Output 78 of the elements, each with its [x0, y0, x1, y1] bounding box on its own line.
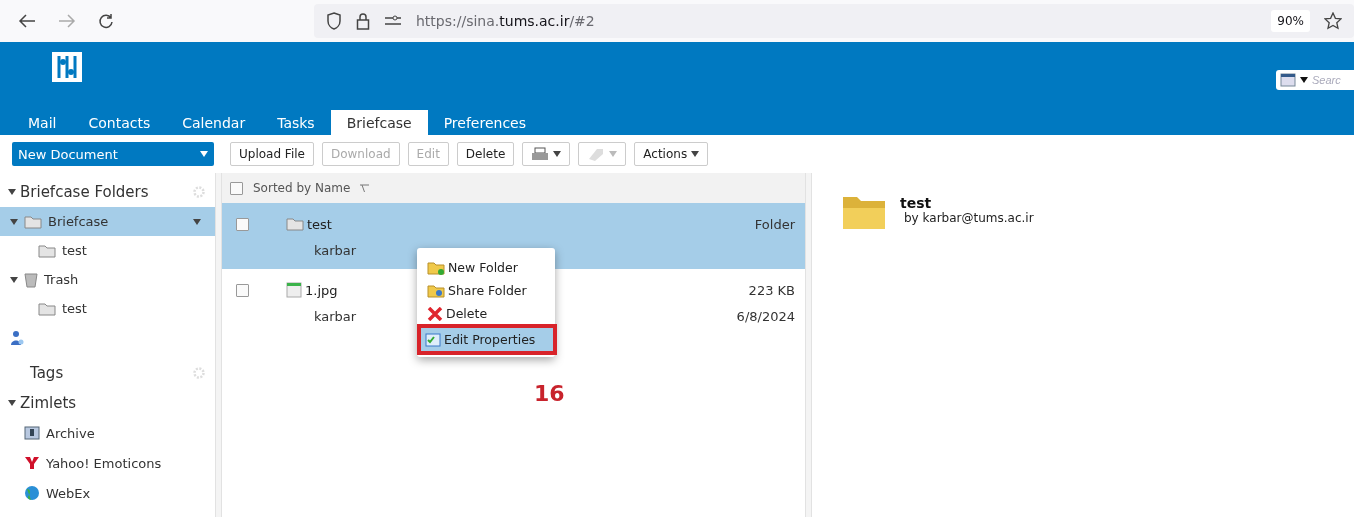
folder-icon	[24, 214, 42, 229]
lock-icon	[356, 12, 370, 30]
app-tab[interactable]: Briefcase	[330, 110, 428, 135]
app-tab[interactable]: Mail	[12, 110, 73, 135]
menu-item[interactable]: Share Folder	[423, 279, 551, 302]
sort-icon[interactable]	[360, 184, 370, 192]
collapse-caret-icon[interactable]	[8, 400, 16, 406]
file-name: 1.jpg	[286, 282, 338, 298]
file-name: test	[286, 216, 332, 232]
star-icon	[1324, 12, 1342, 30]
forward-arrow-icon	[58, 13, 76, 29]
expand-caret-icon[interactable]	[10, 218, 18, 225]
reload-icon	[98, 13, 114, 29]
back-arrow-icon	[18, 13, 36, 29]
zimlet-item[interactable]: Archive	[0, 418, 215, 448]
logo-icon	[50, 50, 84, 84]
file-owner: karbar	[314, 242, 357, 258]
menu-item[interactable]: Delete	[423, 302, 551, 325]
folder-item[interactable]: Trash	[0, 265, 215, 294]
app-tab[interactable]: Tasks	[261, 110, 331, 135]
folder-icon	[38, 301, 56, 316]
folder-icon	[38, 243, 56, 258]
file-info: Folder	[754, 216, 795, 232]
preview-byline: by karbar@tums.ac.ir	[904, 211, 1034, 225]
select-all-checkbox[interactable]	[230, 181, 243, 195]
archive-icon	[24, 426, 40, 440]
step-number: 16	[534, 381, 565, 406]
shield-icon	[326, 12, 342, 30]
shared-folder-icon	[427, 283, 445, 298]
folder-item[interactable]: Briefcase	[0, 207, 215, 236]
app-tab[interactable]: Preferences	[427, 110, 542, 135]
y-logo-icon	[24, 456, 40, 470]
folder-item[interactable]: test	[0, 294, 215, 323]
x-icon	[427, 306, 443, 321]
preview-title: test	[900, 195, 933, 211]
trash-icon	[24, 271, 38, 288]
row-checkbox[interactable]	[236, 217, 249, 231]
dropdown-caret-icon[interactable]	[1300, 77, 1308, 83]
sort-header[interactable]: Sorted by Name	[253, 181, 351, 195]
address-bar[interactable]: https://sina.tums.ac.ir/#2 90%	[314, 4, 1354, 38]
printer-icon	[531, 147, 550, 161]
zoom-level[interactable]: 90%	[1271, 10, 1310, 32]
folder-icon	[842, 195, 886, 231]
print-button[interactable]	[522, 142, 571, 166]
calendar-icon	[1280, 73, 1296, 87]
globe-icon	[24, 485, 40, 501]
collapse-caret-icon[interactable]	[8, 189, 16, 195]
search-field[interactable]: Searc	[1276, 70, 1354, 90]
permissions-icon	[384, 15, 402, 27]
url-text: https://sina.tums.ac.ir/#2	[416, 13, 596, 29]
checklist-icon	[425, 332, 441, 347]
folder-add-icon	[427, 260, 445, 275]
zimlet-item[interactable]: Yahoo! Emoticons	[0, 448, 215, 478]
dropdown-caret-icon[interactable]	[193, 218, 201, 225]
users-icon	[10, 329, 24, 346]
folder-item[interactable]: test	[0, 236, 215, 265]
caret-icon	[553, 151, 562, 157]
file-owner: karbar	[314, 308, 357, 324]
file-date: 6/8/2024	[736, 308, 795, 324]
section-heading: Briefcase Folders	[20, 183, 150, 201]
new-document-button[interactable]: New Document	[12, 142, 214, 166]
caret-icon	[200, 151, 208, 157]
toolbar-button[interactable]: Delete	[456, 142, 515, 166]
section-heading: Zimlets	[20, 394, 77, 412]
zimlet-item[interactable]: WebEx	[0, 478, 215, 508]
image-file-icon	[286, 282, 302, 298]
row-checkbox[interactable]	[236, 283, 249, 297]
toolbar-button[interactable]: Upload File	[230, 142, 314, 166]
actions-menu-button[interactable]: Actions	[634, 142, 709, 166]
app-tab[interactable]: Calendar	[166, 110, 262, 135]
app-tab[interactable]: Contacts	[72, 110, 167, 135]
folder-icon	[286, 217, 304, 231]
caret-icon	[609, 151, 618, 157]
tag-icon	[587, 147, 606, 161]
file-info: 223 KB	[748, 282, 795, 298]
section-heading: Tags	[30, 364, 64, 382]
caret-icon	[691, 151, 700, 157]
expand-caret-icon[interactable]	[10, 276, 18, 283]
